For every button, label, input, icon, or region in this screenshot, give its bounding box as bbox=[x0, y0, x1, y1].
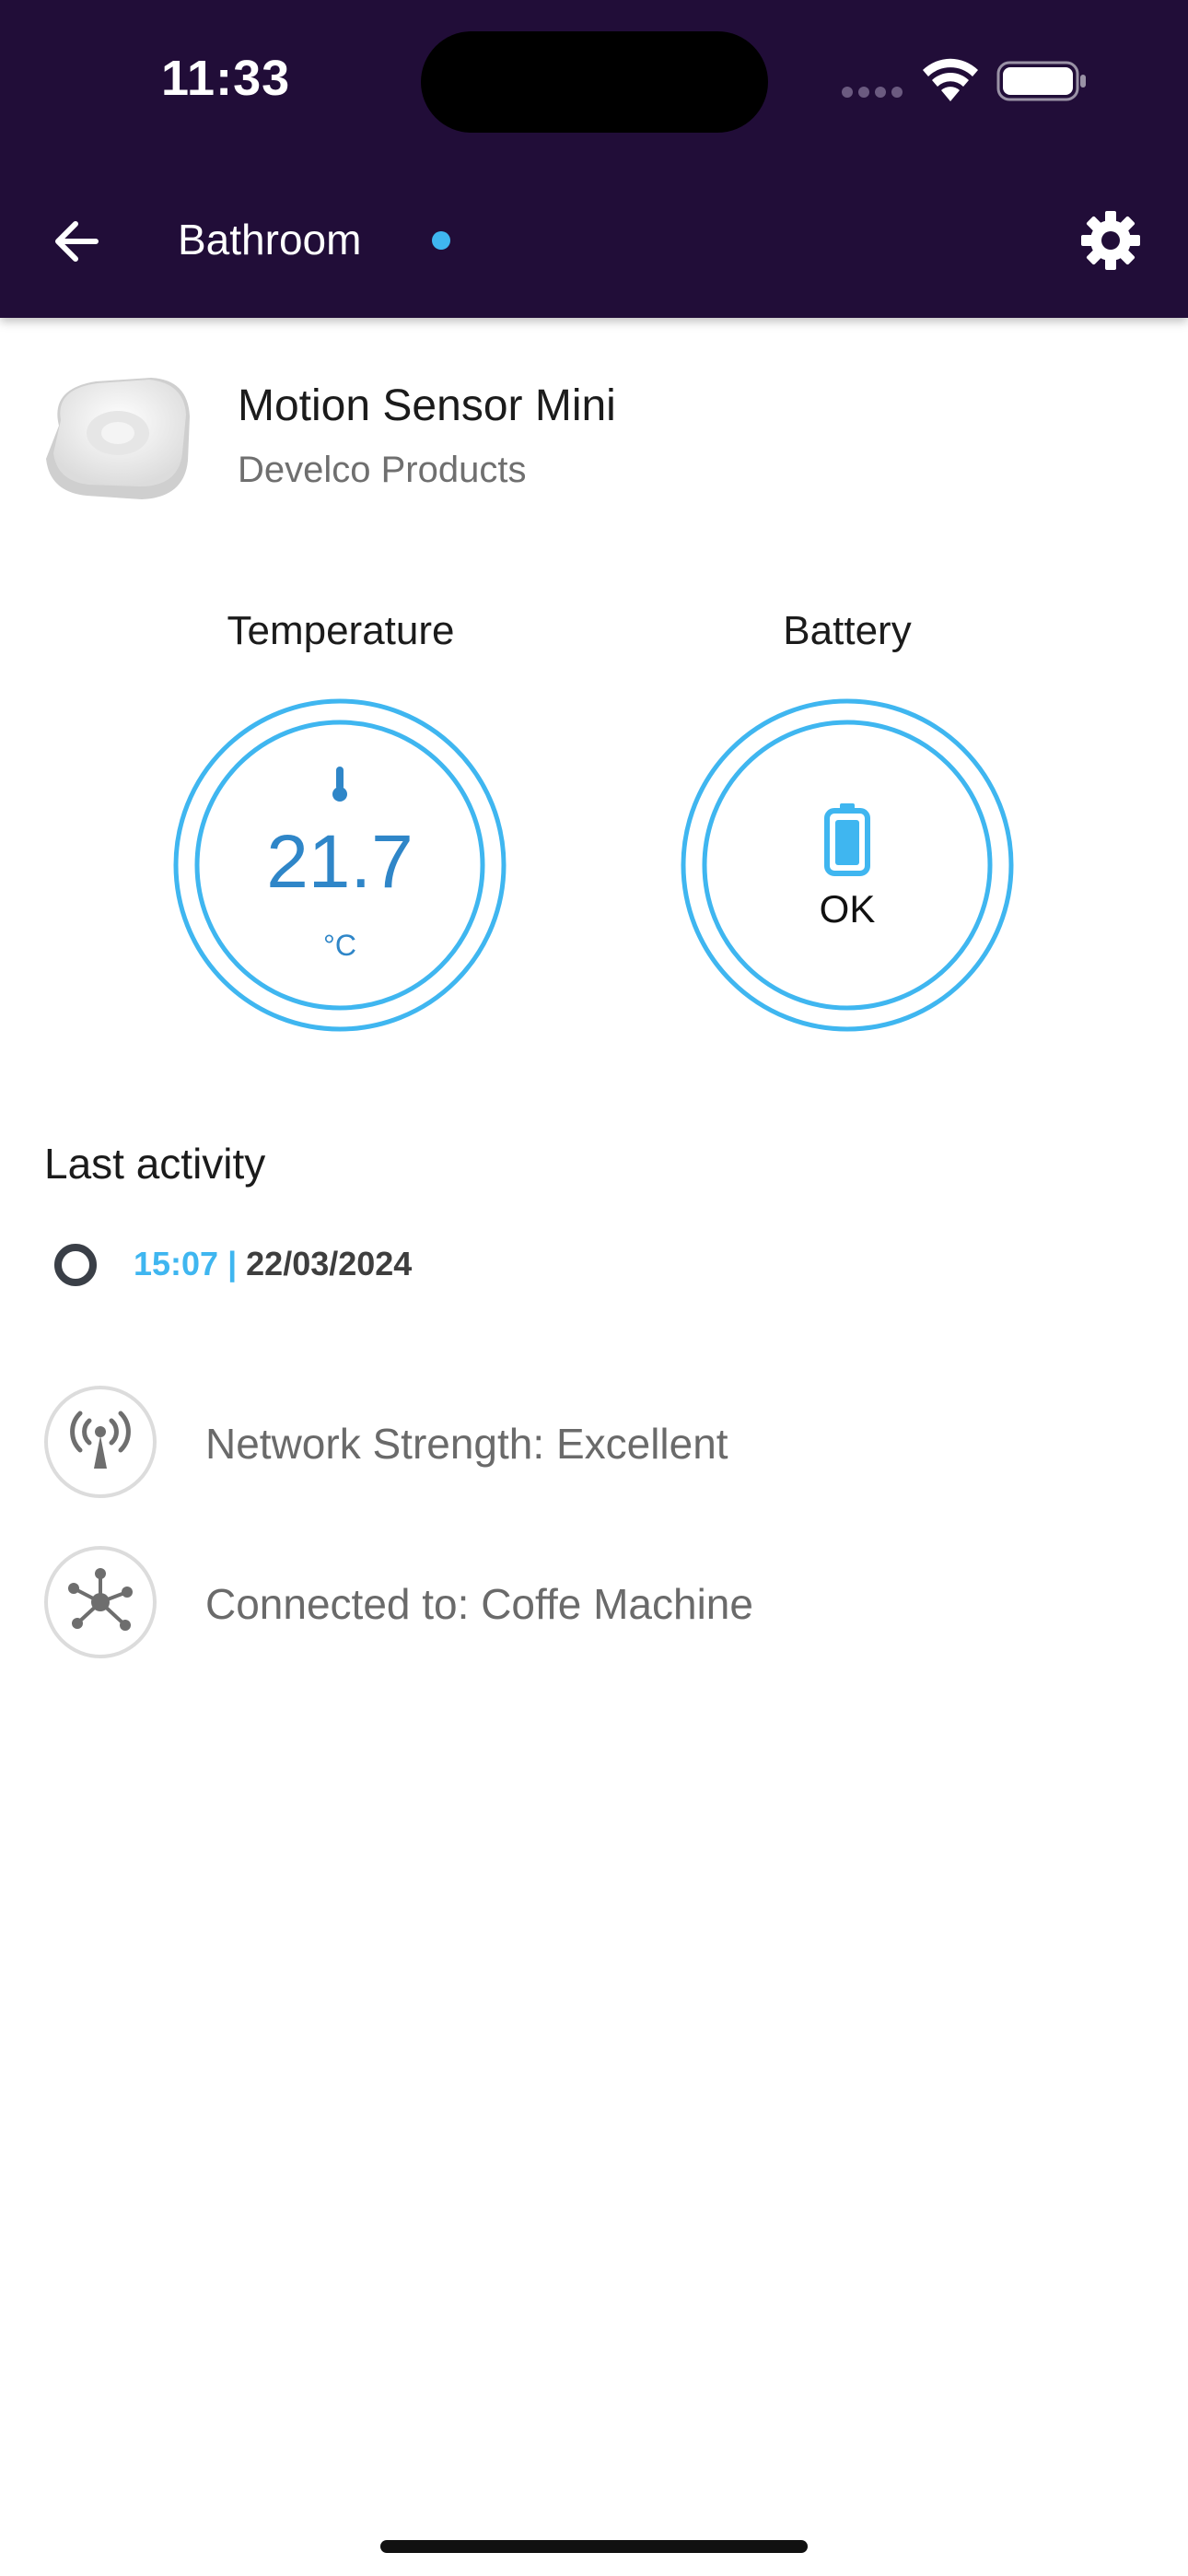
connected-to-icon-circle bbox=[44, 1546, 157, 1658]
network-strength-icon-circle bbox=[44, 1386, 157, 1498]
page-title: Bathroom bbox=[178, 216, 362, 263]
last-activity-timestamp: 15:07 | 22/03/2024 bbox=[134, 1245, 412, 1283]
network-hub-icon bbox=[68, 1568, 133, 1631]
app-header: 11:33 Bathroom bbox=[0, 0, 1188, 318]
activity-ring-icon bbox=[54, 1244, 97, 1286]
network-strength-text: Network Strength: Excellent bbox=[205, 1420, 728, 1468]
home-indicator[interactable] bbox=[380, 2540, 808, 2553]
cellular-signal-icon bbox=[842, 87, 904, 98]
thermometer-icon bbox=[332, 767, 347, 802]
wifi-icon bbox=[923, 58, 978, 101]
battery-label: Battery bbox=[783, 608, 912, 653]
battery-status-icon bbox=[996, 61, 1086, 101]
temperature-value: 21.7 bbox=[266, 820, 413, 904]
last-activity-date: 22/03/2024 bbox=[246, 1245, 413, 1282]
last-activity-title: Last activity bbox=[44, 1140, 266, 1188]
temperature-gauge: 21.7 °C bbox=[173, 698, 507, 1032]
temperature-label: Temperature bbox=[227, 608, 455, 653]
timestamp-separator: | bbox=[218, 1245, 247, 1282]
battery-icon bbox=[824, 803, 870, 876]
last-activity-time: 15:07 bbox=[134, 1245, 219, 1282]
connected-to-text: Connected to: Coffe Machine bbox=[205, 1580, 753, 1628]
gear-icon[interactable] bbox=[1077, 207, 1144, 274]
motion-sensor-image bbox=[46, 378, 190, 499]
status-dot bbox=[432, 231, 450, 250]
antenna-signal-icon bbox=[70, 1411, 131, 1469]
device-name: Motion Sensor Mini bbox=[238, 381, 616, 430]
battery-gauge: OK bbox=[681, 698, 1014, 1032]
status-bar-time: 11:33 bbox=[161, 51, 291, 106]
temperature-unit: °C bbox=[323, 929, 356, 962]
device-brand: Develco Products bbox=[238, 450, 527, 490]
back-arrow-icon[interactable] bbox=[46, 210, 109, 273]
battery-status: OK bbox=[819, 887, 876, 931]
dynamic-island bbox=[421, 31, 768, 133]
